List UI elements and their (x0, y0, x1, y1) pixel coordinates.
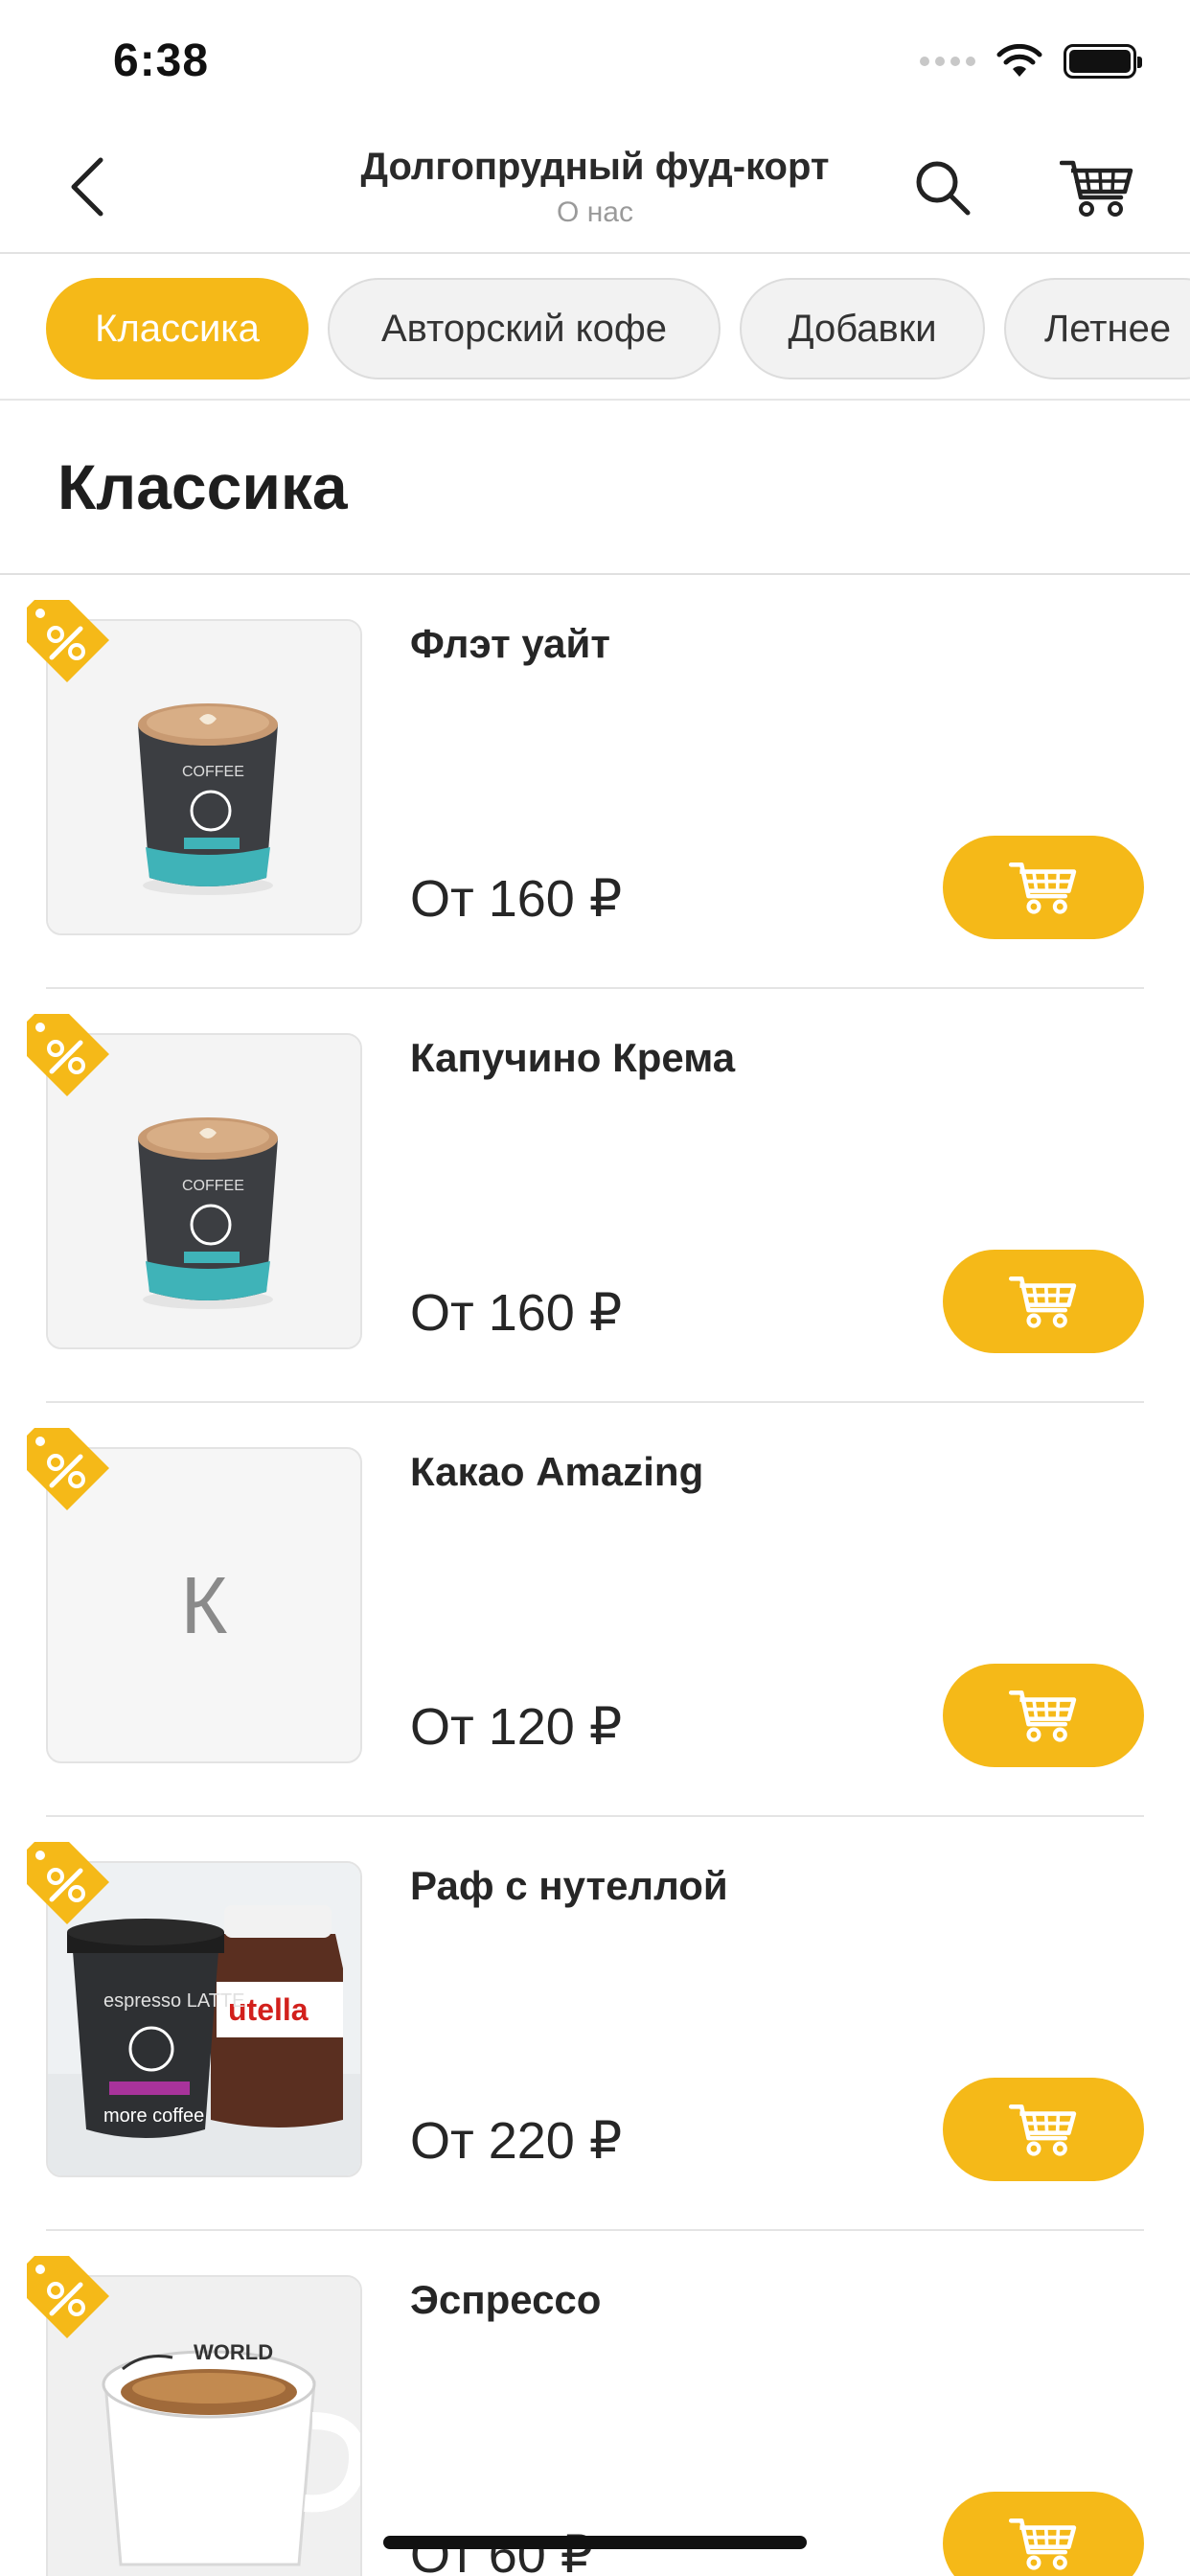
percent-tag-icon (27, 2256, 109, 2338)
product-name: Раф с нутеллой (410, 1863, 728, 1908)
product-price: От 120 ₽ (410, 1698, 623, 1756)
percent-tag-icon (27, 1428, 109, 1510)
category-chip-author-coffee[interactable]: Авторский кофе (328, 278, 721, 380)
cart-icon (1009, 1276, 1077, 1328)
category-chips: Классика Авторский кофе Добавки Летнее (0, 257, 1190, 401)
category-chip-summer[interactable]: Летнее (1004, 278, 1190, 380)
status-icons (920, 44, 1142, 79)
nav-header: Долгопрудный фуд-корт О нас (0, 125, 1190, 254)
product-price: От 160 ₽ (410, 870, 623, 928)
product-name: Капучино Крема (410, 1035, 736, 1080)
home-indicator[interactable] (383, 2536, 807, 2549)
product-item[interactable]: К Какао Amazing От 120 ₽ (0, 1403, 1190, 1817)
product-item[interactable]: COFFEE Капучино Крема От 160 ₽ (0, 989, 1190, 1403)
search-icon (916, 161, 971, 216)
add-to-cart-button[interactable] (943, 1250, 1144, 1353)
product-item[interactable]: WORLD Эспрессо От 60 ₽ (0, 2231, 1190, 2576)
product-item[interactable]: utella espresso LATTE more coffee Раф с … (0, 1817, 1190, 2231)
category-chip-classic[interactable]: Классика (46, 278, 309, 380)
svg-text:COFFEE: COFFEE (182, 764, 244, 780)
add-to-cart-button[interactable] (943, 2078, 1144, 2181)
about-link[interactable]: О нас (287, 196, 903, 229)
cart-button[interactable] (1054, 150, 1140, 226)
cellular-signal-icon (920, 57, 975, 66)
percent-tag-icon (27, 600, 109, 682)
nav-titles[interactable]: Долгопрудный фуд-корт О нас (287, 146, 903, 229)
percent-tag-icon (27, 1014, 109, 1096)
product-price: От 220 ₽ (410, 2112, 623, 2170)
category-chip-additives[interactable]: Добавки (740, 278, 985, 380)
chevron-left-icon (71, 157, 103, 217)
product-name: Эспрессо (410, 2277, 602, 2322)
product-price: От 160 ₽ (410, 1284, 623, 1342)
product-name: Какао Amazing (410, 1449, 704, 1494)
add-to-cart-button[interactable] (943, 2492, 1144, 2576)
cart-icon (1009, 2104, 1077, 2156)
page-title: Долгопрудный фуд-корт (360, 146, 830, 188)
svg-text:more coffee: more coffee (103, 2105, 204, 2127)
cart-icon (1009, 1690, 1077, 1742)
back-button[interactable] (54, 153, 121, 220)
svg-text:COFFEE: COFFEE (182, 1178, 244, 1194)
search-button[interactable] (906, 151, 979, 224)
product-price: От 60 ₽ (410, 2526, 594, 2576)
battery-icon (1064, 44, 1142, 79)
cart-icon (1060, 160, 1133, 217)
wifi-icon (996, 44, 1042, 77)
cart-icon (1009, 862, 1077, 914)
svg-text:WORLD: WORLD (194, 2340, 273, 2364)
cart-icon (1009, 2518, 1077, 2570)
add-to-cart-button[interactable] (943, 836, 1144, 939)
add-to-cart-button[interactable] (943, 1664, 1144, 1767)
status-bar: 6:38 (0, 0, 1190, 125)
product-item[interactable]: COFFEE Флэт уайт От 160 ₽ (0, 575, 1190, 989)
product-name: Флэт уайт (410, 621, 610, 666)
svg-text:espresso LATTE: espresso LATTE (103, 1990, 244, 2012)
percent-tag-icon (27, 1842, 109, 1924)
status-time: 6:38 (113, 35, 210, 86)
section-title: Классика (57, 451, 348, 522)
